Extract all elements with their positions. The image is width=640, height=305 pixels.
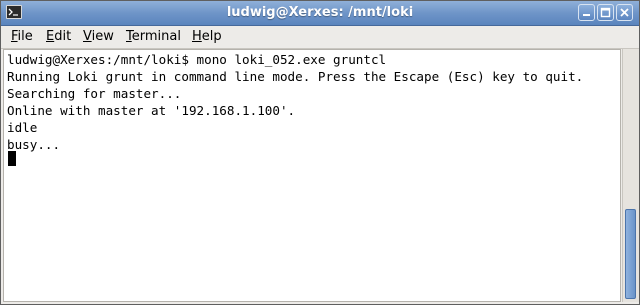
terminal-line: Running Loki grunt in command line mode.…: [7, 69, 584, 84]
title-bar[interactable]: ludwig@Xerxes: /mnt/loki: [1, 1, 639, 26]
menu-terminal-label: erminal: [131, 29, 181, 44]
menu-file-label: ile: [17, 29, 33, 44]
window-title: ludwig@Xerxes: /mnt/loki: [226, 5, 414, 20]
menu-help-label: elp: [201, 29, 222, 44]
scrollbar-thumb[interactable]: [625, 209, 636, 299]
maximize-button[interactable]: [597, 4, 614, 21]
minimize-icon: [583, 14, 590, 16]
close-icon: [620, 8, 629, 17]
minimize-button[interactable]: [578, 4, 595, 21]
menu-file[interactable]: File: [11, 29, 33, 44]
menu-view[interactable]: View: [83, 29, 114, 44]
maximize-icon: [600, 7, 611, 18]
terminal-output[interactable]: ludwig@Xerxes:/mnt/loki$ mono loki_052.e…: [3, 49, 621, 302]
vertical-scrollbar[interactable]: [622, 49, 639, 302]
terminal-line: Online with master at '192.168.1.100'.: [7, 103, 296, 118]
terminal-line: idle: [7, 120, 38, 135]
menu-edit-label: dit: [54, 29, 72, 44]
terminal-line: Searching for master...: [7, 86, 182, 101]
menu-help[interactable]: Help: [192, 29, 222, 44]
menu-bar: File Edit View Terminal Help: [1, 26, 639, 49]
menu-view-label: iew: [91, 29, 114, 44]
terminal-window: ludwig@Xerxes: /mnt/loki File Edit View …: [0, 0, 640, 305]
menu-edit-mnemonic: E: [46, 29, 55, 44]
menu-help-mnemonic: H: [192, 29, 202, 44]
terminal-line: ludwig@Xerxes:/mnt/loki$ mono loki_052.e…: [7, 52, 387, 67]
text-cursor: [8, 151, 16, 166]
menu-edit[interactable]: Edit: [46, 29, 71, 44]
menu-terminal[interactable]: Terminal: [126, 29, 181, 44]
close-button[interactable]: [616, 4, 633, 21]
menu-view-mnemonic: V: [83, 29, 92, 44]
